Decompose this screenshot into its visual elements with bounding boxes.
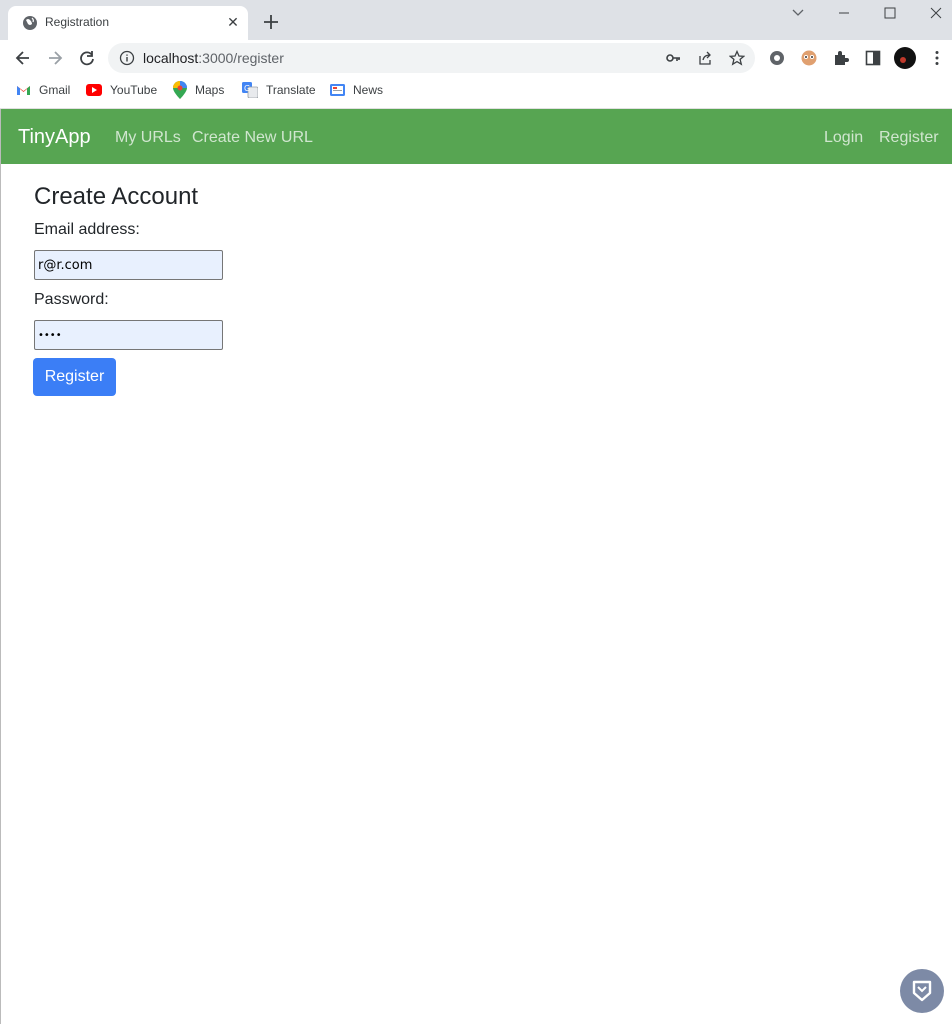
chrome-menu-icon[interactable]	[928, 49, 946, 67]
nav-login[interactable]: Login	[824, 129, 863, 147]
email-field[interactable]: r@r.com	[34, 250, 223, 280]
shield-icon	[912, 980, 932, 1002]
translate-icon: G	[242, 82, 258, 98]
share-icon[interactable]	[697, 50, 713, 66]
gmail-icon	[17, 86, 30, 95]
bookmark-maps[interactable]: Maps	[173, 81, 224, 99]
maximize-icon[interactable]	[881, 4, 899, 22]
extension-face-icon[interactable]	[800, 49, 818, 67]
address-bar[interactable]: localhost:3000/register	[108, 43, 755, 73]
forward-arrow-icon[interactable]	[45, 48, 65, 68]
floating-shield-button[interactable]	[900, 969, 944, 1013]
new-tab-icon[interactable]	[261, 12, 281, 32]
bookmark-star-icon[interactable]	[729, 50, 745, 66]
extension-gear-icon[interactable]	[768, 49, 786, 67]
brand-link[interactable]: TinyApp	[18, 126, 91, 149]
close-window-icon[interactable]	[927, 4, 945, 22]
nav-register[interactable]: Register	[879, 129, 939, 147]
globe-icon	[23, 16, 37, 30]
page-title: Create Account	[34, 183, 199, 210]
register-button[interactable]: Register	[33, 358, 116, 396]
extensions-puzzle-icon[interactable]	[832, 49, 850, 67]
site-info-icon[interactable]	[119, 50, 135, 66]
bookmark-gmail[interactable]: Gmail	[16, 81, 70, 99]
url-text: localhost:3000/register	[143, 50, 284, 66]
key-icon[interactable]	[665, 50, 681, 66]
nav-my-urls[interactable]: My URLs	[115, 129, 181, 147]
side-panel-icon[interactable]	[864, 49, 882, 67]
bookmark-youtube[interactable]: YouTube	[86, 81, 157, 99]
news-icon	[330, 84, 345, 96]
bookmark-label: YouTube	[110, 83, 158, 97]
browser-tabstrip: Registration ✕	[0, 0, 952, 40]
url-path: :3000/register	[198, 50, 284, 66]
minimize-icon[interactable]	[835, 4, 853, 22]
tab-search-chevron-icon[interactable]	[789, 4, 807, 22]
bookmark-news[interactable]: News	[330, 81, 383, 99]
bookmark-label: News	[353, 83, 384, 97]
app-navbar: TinyApp My URLs Create New URL Login Reg…	[1, 109, 952, 164]
password-field[interactable]: ••••	[34, 320, 223, 350]
bookmark-label: Maps	[195, 83, 225, 97]
url-host: localhost	[143, 50, 199, 66]
browser-tab[interactable]: Registration ✕	[8, 6, 248, 40]
browser-toolbar: localhost:3000/register	[0, 40, 952, 76]
password-label: Password:	[34, 291, 109, 308]
bookmark-translate[interactable]: G Translate	[242, 81, 316, 99]
tab-close-icon[interactable]: ✕	[225, 14, 241, 30]
svg-text:G: G	[244, 84, 250, 93]
nav-create-new-url[interactable]: Create New URL	[192, 129, 313, 147]
maps-icon	[173, 81, 187, 99]
bookmark-label: Translate	[266, 83, 316, 97]
profile-avatar-icon[interactable]	[894, 47, 916, 69]
reload-icon[interactable]	[77, 48, 97, 68]
bookmarks-bar: Gmail YouTube Maps G Translate News	[0, 76, 952, 104]
tab-title: Registration	[45, 15, 110, 29]
back-arrow-icon[interactable]	[13, 48, 33, 68]
email-label: Email address:	[34, 221, 140, 238]
page-content: TinyApp My URLs Create New URL Login Reg…	[0, 109, 952, 1024]
youtube-icon	[86, 84, 102, 96]
bookmark-label: Gmail	[39, 83, 71, 97]
